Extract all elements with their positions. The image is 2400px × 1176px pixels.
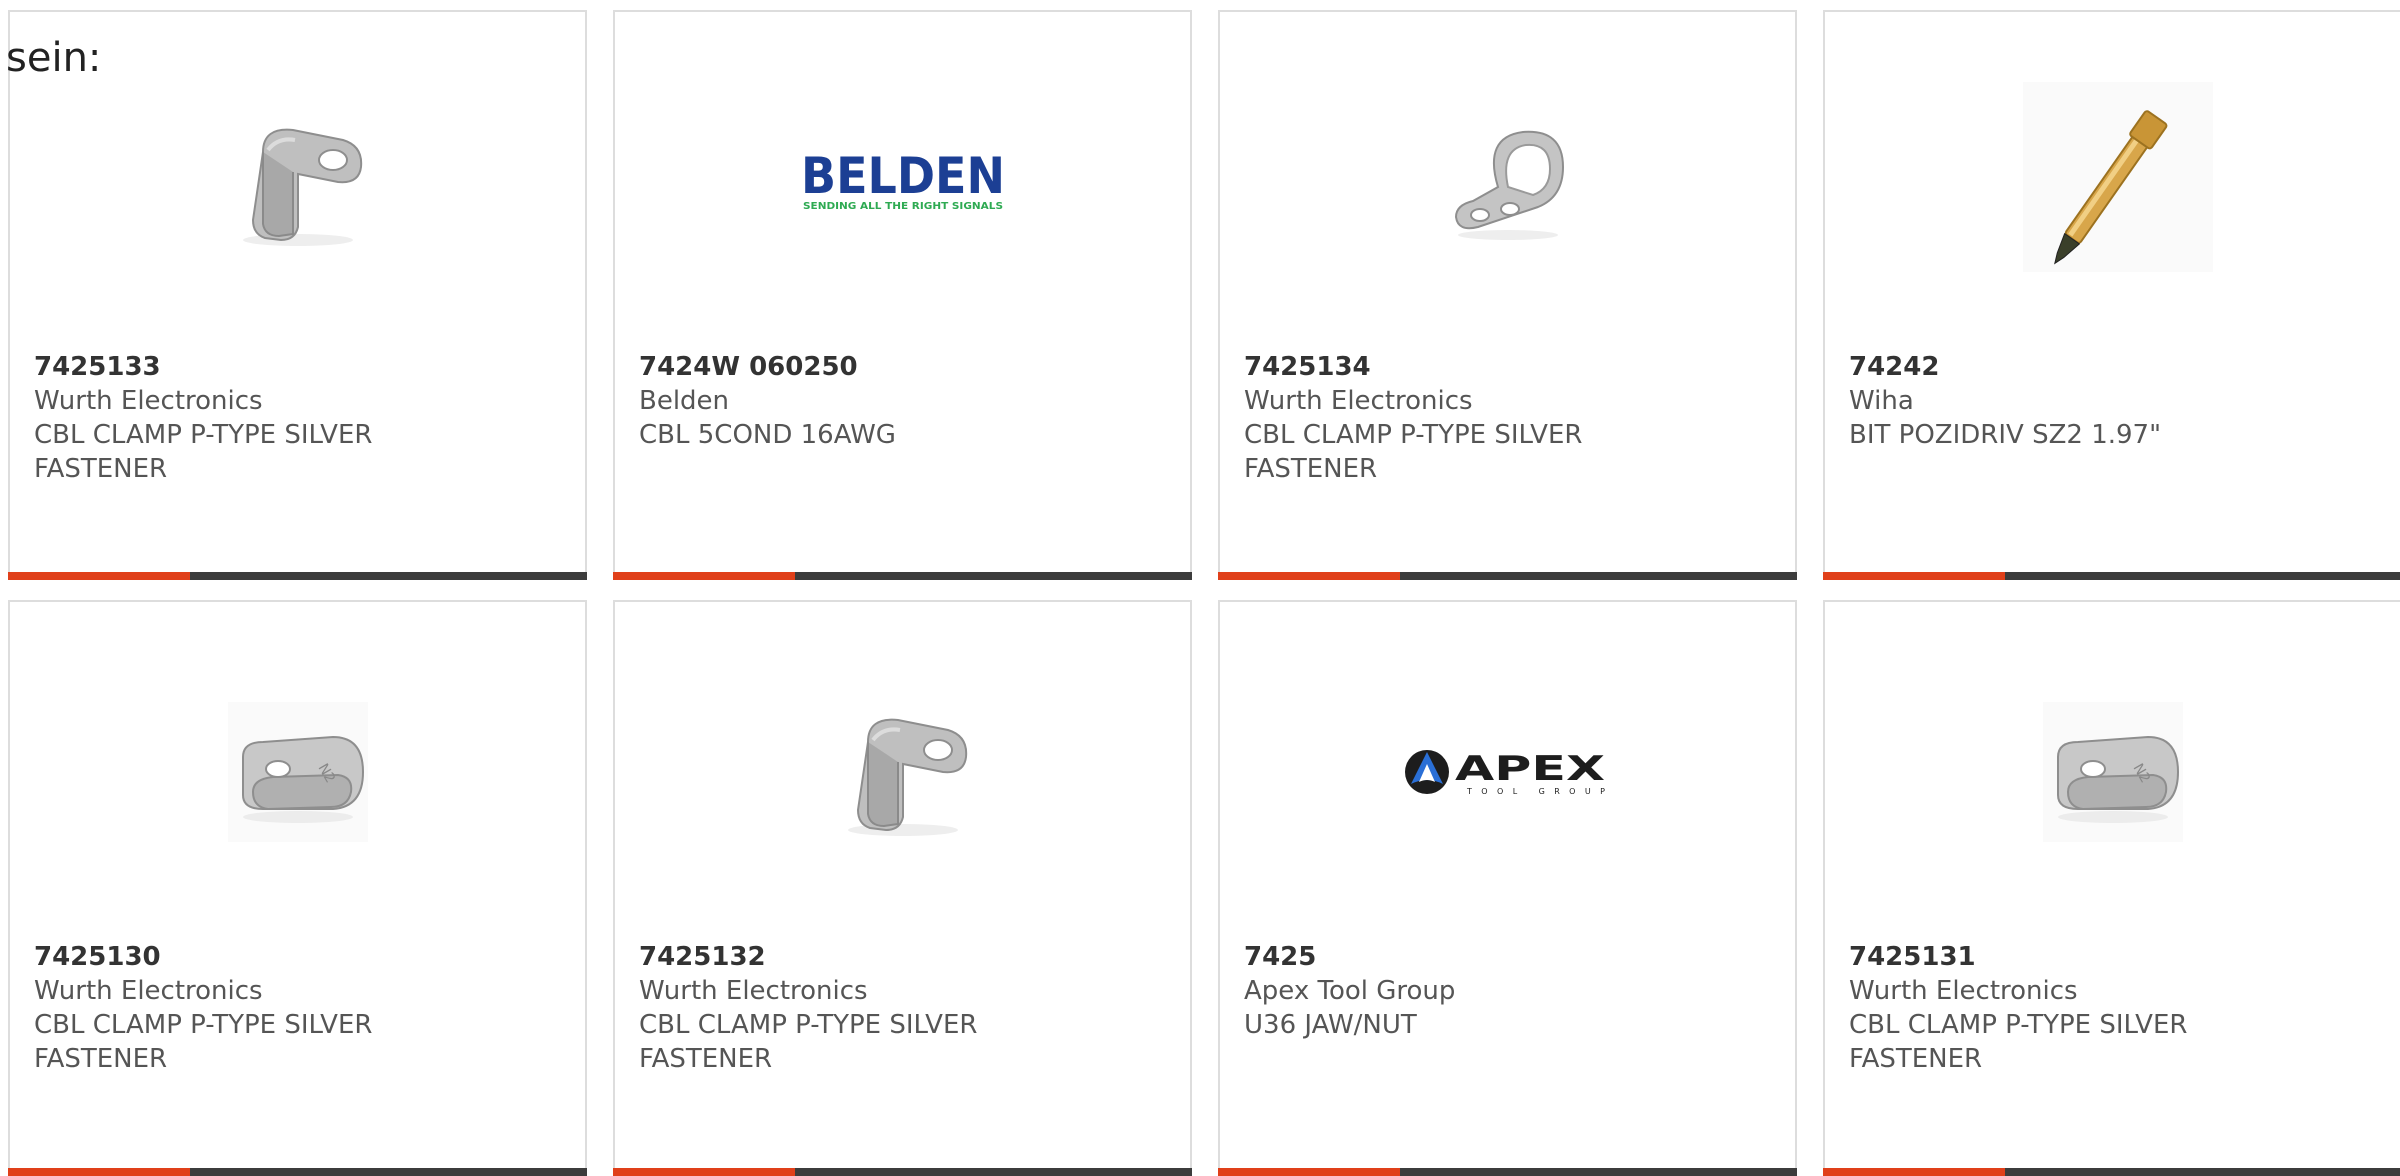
cable-clamp-side-icon — [242, 128, 362, 246]
manufacturer: Wurth Electronics — [1849, 976, 2078, 1006]
product-card[interactable]: 7425132 Wurth Electronics CBL CLAMP P-TY… — [613, 600, 1192, 1176]
screwdriver-bit-icon — [2022, 82, 2213, 272]
cable-clamp-flat-icon: N2 — [2042, 702, 2183, 842]
belden-logo-text: BELDEN — [801, 147, 1005, 205]
cable-clamp-flat-icon: N2 — [227, 702, 368, 842]
product-description: CBL 5COND 16AWG — [639, 420, 896, 450]
manufacturer: Wurth Electronics — [34, 386, 263, 416]
product-image[interactable]: N2 — [10, 642, 585, 902]
part-number[interactable]: 7425132 — [639, 940, 1170, 974]
product-card[interactable]: BELDEN SENDING ALL THE RIGHT SIGNALS 742… — [613, 10, 1192, 580]
part-number[interactable]: 7425134 — [1244, 350, 1775, 384]
part-number[interactable]: 7425 — [1244, 940, 1775, 974]
manufacturer: Apex Tool Group — [1244, 976, 1456, 1006]
product-grid: 7425133 Wurth Electronics CBL CLAMP P-TY… — [8, 10, 2400, 1176]
belden-logo-tagline: SENDING ALL THE RIGHT SIGNALS — [803, 201, 1003, 212]
product-description: CBL CLAMP P-TYPE SILVER FASTENER — [1244, 420, 1583, 484]
card-accent-bar — [8, 1168, 587, 1176]
product-image[interactable]: APEX TOOL GROUP — [1220, 642, 1795, 902]
product-card[interactable]: APEX TOOL GROUP 7425 Apex Tool Group U36… — [1218, 600, 1797, 1176]
part-number[interactable]: 7425130 — [34, 940, 565, 974]
manufacturer: Wurth Electronics — [639, 976, 868, 1006]
card-accent-bar — [1218, 1168, 1797, 1176]
product-info: 7425134 Wurth Electronics CBL CLAMP P-TY… — [1244, 350, 1775, 486]
manufacturer: Wiha — [1849, 386, 1914, 416]
product-info: 7425 Apex Tool Group U36 JAW/NUT — [1244, 940, 1775, 1042]
product-image[interactable]: N2 — [1825, 642, 2400, 902]
product-description: CBL CLAMP P-TYPE SILVER FASTENER — [639, 1010, 978, 1074]
part-number[interactable]: 74242 — [1849, 350, 2380, 384]
product-description: BIT POZIDRIV SZ2 1.97" — [1849, 420, 2162, 450]
product-card[interactable]: N2 7425131 Wurth Electronics CBL CLAMP P… — [1823, 600, 2400, 1176]
manufacturer: Belden — [639, 386, 730, 416]
apex-logo-text: APEX — [1455, 749, 1605, 789]
card-accent-bar — [613, 572, 1192, 580]
apex-logo: APEX TOOL GROUP — [1404, 749, 1605, 796]
cable-clamp-side-icon — [847, 718, 967, 836]
cable-clamp-p-icon — [1454, 130, 1564, 240]
product-image[interactable] — [10, 52, 585, 312]
product-description: U36 JAW/NUT — [1244, 1010, 1417, 1040]
product-description: CBL CLAMP P-TYPE SILVER FASTENER — [34, 420, 373, 484]
product-card[interactable]: 74242 Wiha BIT POZIDRIV SZ2 1.97" — [1823, 10, 2400, 580]
product-info: 7425131 Wurth Electronics CBL CLAMP P-TY… — [1849, 940, 2380, 1076]
manufacturer: Wurth Electronics — [1244, 386, 1473, 416]
product-image[interactable] — [1220, 52, 1795, 312]
product-card[interactable]: 7425134 Wurth Electronics CBL CLAMP P-TY… — [1218, 10, 1797, 580]
product-image[interactable] — [615, 642, 1190, 902]
product-info: 74242 Wiha BIT POZIDRIV SZ2 1.97" — [1849, 350, 2380, 452]
card-accent-bar — [1823, 572, 2400, 580]
card-accent-bar — [1218, 572, 1797, 580]
manufacturer: Wurth Electronics — [34, 976, 263, 1006]
product-description: CBL CLAMP P-TYPE SILVER FASTENER — [34, 1010, 373, 1074]
part-number[interactable]: 7424W 060250 — [639, 350, 1170, 384]
product-info: 7425132 Wurth Electronics CBL CLAMP P-TY… — [639, 940, 1170, 1076]
part-number[interactable]: 7425133 — [34, 350, 565, 384]
product-info: 7425130 Wurth Electronics CBL CLAMP P-TY… — [34, 940, 565, 1076]
intro-text: sein: — [6, 35, 102, 81]
product-card[interactable]: N2 7425130 Wurth Electronics CBL CLAMP P… — [8, 600, 587, 1176]
product-description: CBL CLAMP P-TYPE SILVER FASTENER — [1849, 1010, 2188, 1074]
belden-logo: BELDEN SENDING ALL THE RIGHT SIGNALS — [801, 147, 1005, 212]
product-info: 7424W 060250 Belden CBL 5COND 16AWG — [639, 350, 1170, 452]
product-image[interactable]: BELDEN SENDING ALL THE RIGHT SIGNALS — [615, 52, 1190, 312]
product-info: 7425133 Wurth Electronics CBL CLAMP P-TY… — [34, 350, 565, 486]
part-number[interactable]: 7425131 — [1849, 940, 2380, 974]
card-accent-bar — [613, 1168, 1192, 1176]
product-card[interactable]: 7425133 Wurth Electronics CBL CLAMP P-TY… — [8, 10, 587, 580]
product-image[interactable] — [1825, 52, 2400, 312]
card-accent-bar — [1823, 1168, 2400, 1176]
card-accent-bar — [8, 572, 587, 580]
